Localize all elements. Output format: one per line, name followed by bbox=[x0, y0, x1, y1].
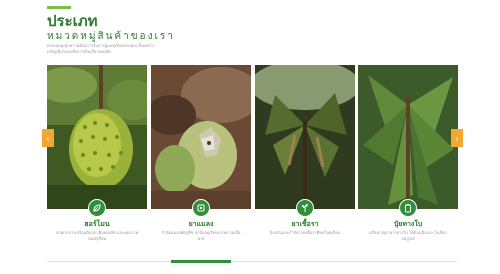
durian-fruit-photo bbox=[47, 65, 147, 209]
category-label: ยาเชื้อรา bbox=[291, 221, 319, 228]
green-leaves-photo bbox=[358, 65, 458, 209]
category-description: เสริมธาตุอาหารทางใบ ให้ต้นแข็งแรง ใบเขีย… bbox=[368, 230, 448, 241]
category-description: ป้องกันและกำจัดโรคเชื้อราที่พบในทุเรียน bbox=[269, 230, 341, 235]
category-label: ยาแมลง bbox=[188, 221, 214, 228]
category-label: ฮอร์โมน bbox=[84, 221, 110, 228]
fungus-leaves-photo bbox=[255, 65, 355, 209]
sprout-icon bbox=[296, 199, 314, 217]
insect-damage-photo bbox=[151, 65, 251, 209]
leaf-icon bbox=[88, 199, 106, 217]
section-subtitle: หมวดหมู่สินค้าของเรา bbox=[47, 31, 175, 42]
category-description: ช่วยเร่งการเจริญเติบโต เพิ่มผลผลิต และคุ… bbox=[55, 230, 139, 241]
section-description: ครอบคลุมทุกความต้องการในการดูแลทุเรียนขอ… bbox=[47, 43, 155, 54]
carousel-indicator-active[interactable] bbox=[171, 260, 231, 263]
bug-icon bbox=[192, 199, 210, 217]
carousel-next-button[interactable]: › bbox=[451, 129, 463, 147]
category-card-fungicide[interactable]: ยาเชื้อรา ป้องกันและกำจัดโรคเชื้อราที่พบ… bbox=[255, 65, 355, 260]
carousel-prev-button[interactable]: ‹ bbox=[42, 129, 54, 147]
category-card-hormone[interactable]: ฮอร์โมน ช่วยเร่งการเจริญเติบโต เพิ่มผลผล… bbox=[47, 65, 147, 260]
category-label: ปุ๋ยทางใบ bbox=[393, 221, 423, 228]
category-card-foliar-fertilizer[interactable]: ปุ๋ยทางใบ เสริมธาตุอาหารทางใบ ให้ต้นแข็ง… bbox=[358, 65, 458, 260]
carousel-track bbox=[47, 261, 457, 262]
category-card-insecticide[interactable]: ยาแมลง กำจัดแมลงศัตรูพืช ปกป้องทุเรียนจา… bbox=[151, 65, 251, 260]
category-description: กำจัดแมลงศัตรูพืช ปกป้องทุเรียนจากความเส… bbox=[161, 230, 241, 241]
fertilizer-icon bbox=[399, 199, 417, 217]
